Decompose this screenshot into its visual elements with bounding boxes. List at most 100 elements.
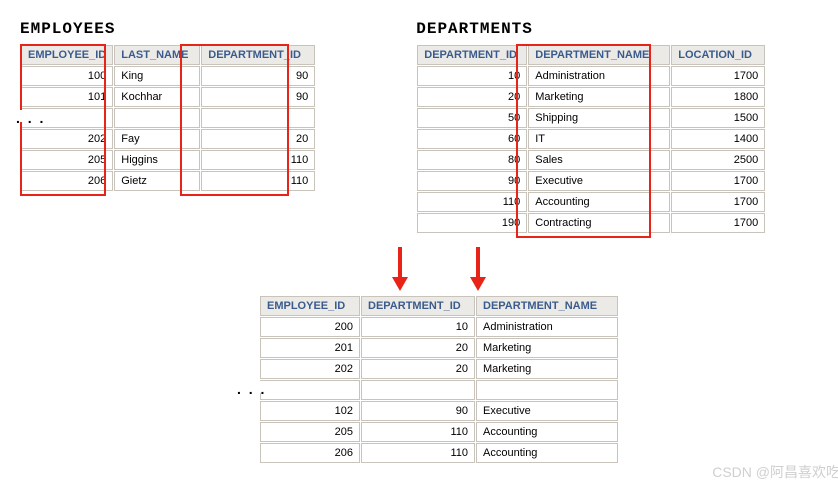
- cell: 190: [417, 213, 527, 233]
- cell: 201: [260, 338, 360, 358]
- cell: 20: [417, 87, 527, 107]
- cell: 90: [361, 401, 475, 421]
- cell: 1700: [671, 192, 765, 212]
- cell: 20: [201, 129, 315, 149]
- table-row: 101 Kochhar 90: [21, 87, 315, 107]
- cell: 110: [201, 150, 315, 170]
- cell: 202: [21, 129, 113, 149]
- cell: [361, 380, 475, 400]
- table-row: 100 King 90: [21, 66, 315, 86]
- cell: Marketing: [476, 338, 618, 358]
- cell: Kochhar: [114, 87, 200, 107]
- table-row: 50Shipping1500: [417, 108, 765, 128]
- cell: Administration: [476, 317, 618, 337]
- cell: Shipping: [528, 108, 670, 128]
- col-header: LAST_NAME: [114, 45, 200, 65]
- result-table: EMPLOYEE_ID DEPARTMENT_ID DEPARTMENT_NAM…: [259, 295, 619, 464]
- employees-table: EMPLOYEE_ID LAST_NAME DEPARTMENT_ID 100 …: [20, 44, 316, 192]
- table-row: DEPARTMENT_ID DEPARTMENT_NAME LOCATION_I…: [417, 45, 765, 65]
- table-row: [260, 380, 618, 400]
- arrow-down-icon: [391, 245, 409, 291]
- watermark-label: CSDN @阿昌喜欢吃黄桃: [712, 462, 838, 482]
- cell: 110: [361, 443, 475, 463]
- table-row: 80Sales2500: [417, 150, 765, 170]
- table-row: 190Contracting1700: [417, 213, 765, 233]
- cell: Higgins: [114, 150, 200, 170]
- cell: Accounting: [476, 443, 618, 463]
- cell: 110: [417, 192, 527, 212]
- result-table-wrap: EMPLOYEE_ID DEPARTMENT_ID DEPARTMENT_NAM…: [259, 295, 619, 464]
- cell: 101: [21, 87, 113, 107]
- table-row: 20120Marketing: [260, 338, 618, 358]
- table-row: 20220Marketing: [260, 359, 618, 379]
- cell: 60: [417, 129, 527, 149]
- col-header: EMPLOYEE_ID: [260, 296, 360, 316]
- cell: 90: [201, 66, 315, 86]
- cell: 110: [361, 422, 475, 442]
- cell: 90: [417, 171, 527, 191]
- col-header: DEPARTMENT_ID: [361, 296, 475, 316]
- cell: King: [114, 66, 200, 86]
- table-row: [21, 108, 315, 128]
- cell: 1700: [671, 66, 765, 86]
- departments-table-wrap: DEPARTMENT_ID DEPARTMENT_NAME LOCATION_I…: [416, 44, 766, 234]
- col-header: DEPARTMENT_NAME: [528, 45, 670, 65]
- cell: 200: [260, 317, 360, 337]
- cell: [476, 380, 618, 400]
- cell: Gietz: [114, 171, 200, 191]
- cell: Administration: [528, 66, 670, 86]
- col-header: DEPARTMENT_NAME: [476, 296, 618, 316]
- cell: Accounting: [528, 192, 670, 212]
- col-header: EMPLOYEE_ID: [21, 45, 113, 65]
- employees-title: EMPLOYEES: [20, 20, 316, 38]
- employees-table-wrap: EMPLOYEE_ID LAST_NAME DEPARTMENT_ID 100 …: [20, 44, 316, 192]
- table-row: EMPLOYEE_ID LAST_NAME DEPARTMENT_ID: [21, 45, 315, 65]
- cell: 2500: [671, 150, 765, 170]
- cell: 102: [260, 401, 360, 421]
- departments-title: DEPARTMENTS: [416, 20, 766, 38]
- table-row: 20Marketing1800: [417, 87, 765, 107]
- cell: Marketing: [528, 87, 670, 107]
- table-row: 60IT1400: [417, 129, 765, 149]
- cell: Sales: [528, 150, 670, 170]
- table-row: 10290Executive: [260, 401, 618, 421]
- table-row: 20010Administration: [260, 317, 618, 337]
- table-row: EMPLOYEE_ID DEPARTMENT_ID DEPARTMENT_NAM…: [260, 296, 618, 316]
- cell: Executive: [528, 171, 670, 191]
- cell: 50: [417, 108, 527, 128]
- table-row: 110Accounting1700: [417, 192, 765, 212]
- ellipsis-label: . . .: [233, 381, 270, 393]
- col-header: LOCATION_ID: [671, 45, 765, 65]
- cell: 100: [21, 66, 113, 86]
- cell: 110: [201, 171, 315, 191]
- cell: 10: [417, 66, 527, 86]
- ellipsis-label: . . .: [12, 110, 49, 122]
- cell: Contracting: [528, 213, 670, 233]
- table-row: 205110Accounting: [260, 422, 618, 442]
- col-header: DEPARTMENT_ID: [201, 45, 315, 65]
- cell: 206: [21, 171, 113, 191]
- arrow-down-icon: [469, 245, 487, 291]
- cell: Fay: [114, 129, 200, 149]
- cell: 205: [21, 150, 113, 170]
- cell: 1700: [671, 213, 765, 233]
- table-row: 202 Fay 20: [21, 129, 315, 149]
- table-row: 206 Gietz 110: [21, 171, 315, 191]
- cell: Marketing: [476, 359, 618, 379]
- cell: [114, 108, 200, 128]
- cell: [260, 380, 360, 400]
- cell: Executive: [476, 401, 618, 421]
- cell: 10: [361, 317, 475, 337]
- cell: 206: [260, 443, 360, 463]
- cell: 202: [260, 359, 360, 379]
- cell: IT: [528, 129, 670, 149]
- cell: 20: [361, 359, 475, 379]
- cell: [201, 108, 315, 128]
- departments-table: DEPARTMENT_ID DEPARTMENT_NAME LOCATION_I…: [416, 44, 766, 234]
- cell: 1500: [671, 108, 765, 128]
- cell: 80: [417, 150, 527, 170]
- table-row: 90Executive1700: [417, 171, 765, 191]
- cell: 205: [260, 422, 360, 442]
- table-row: 206110Accounting: [260, 443, 618, 463]
- table-row: 205 Higgins 110: [21, 150, 315, 170]
